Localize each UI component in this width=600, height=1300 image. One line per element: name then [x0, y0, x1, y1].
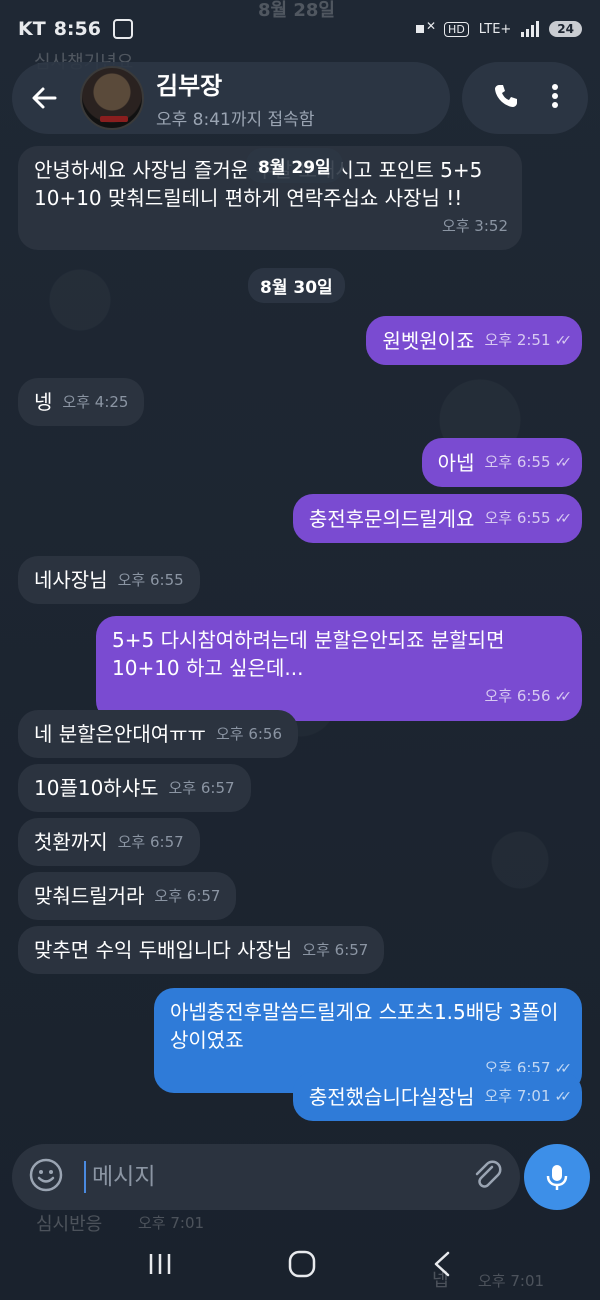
paperclip-icon	[475, 1160, 502, 1188]
message-text: 맞춰드릴거라	[34, 884, 145, 908]
message-time: 오후 4:25	[62, 393, 129, 411]
status-icons: HD LTE+ 24	[416, 19, 582, 37]
message-outgoing[interactable]: 원벳원이죠 오후 2:51 ✓✓	[366, 316, 582, 365]
screenshot-icon	[112, 19, 133, 39]
message-incoming[interactable]: 네 분할은안대여ㅠㅠ 오후 6:56	[18, 710, 299, 758]
message-time: 오후 6:57	[154, 887, 221, 905]
message-time: 오후 6:55	[117, 571, 184, 589]
message-time: 오후 3:52	[441, 217, 508, 235]
message-time: 오후 6:56 ✓✓	[122, 682, 573, 711]
message-time: 오후 6:57	[117, 833, 184, 851]
recent-apps-icon	[150, 1254, 171, 1274]
message-time: 오후 2:51 ✓✓	[484, 326, 573, 355]
carrier-label: KT	[18, 18, 46, 40]
message-time: 오후 6:55 ✓✓	[484, 448, 573, 477]
message-text: 충전후문의드릴게요	[308, 507, 475, 531]
message-incoming[interactable]: 첫환까지 오후 6:57	[18, 818, 200, 866]
smiley-icon	[29, 1158, 63, 1192]
message-outgoing[interactable]: 아넵 오후 6:55 ✓✓	[421, 438, 582, 487]
message-text: 네사장님	[34, 568, 108, 592]
date-separator: 8월 29일	[246, 148, 343, 183]
chat-header: 김부장 오후 8:41까지 접속함	[12, 62, 450, 134]
message-text: 아넵충전후말씀드릴게요 스포츠1.5배당 3폴이상이였죠	[170, 1000, 559, 1052]
chevron-left-icon	[434, 1251, 449, 1277]
message-outgoing[interactable]: 충전후문의드릴게요 오후 6:55 ✓✓	[292, 494, 582, 543]
battery-level: 24	[549, 21, 582, 37]
message-text: 10플10하샤도	[34, 776, 159, 800]
message-text: 맞추면 수익 두배입니다 사장님	[34, 938, 293, 962]
message-incoming[interactable]: 넹 오후 4:25	[18, 378, 145, 426]
read-checks-icon: ✓✓	[554, 455, 573, 471]
ghost-time: 오후 7:01	[138, 1214, 205, 1232]
message-time: 오후 6:57	[302, 941, 369, 959]
message-time: 오후 6:55 ✓✓	[484, 504, 573, 533]
contact-info[interactable]: 김부장 오후 8:41까지 접속함	[156, 66, 314, 130]
message-input[interactable]	[84, 1161, 470, 1193]
microphone-icon	[546, 1165, 568, 1190]
back-button[interactable]	[12, 62, 76, 134]
last-seen-status: 오후 8:41까지 접속함	[156, 110, 315, 130]
system-nav-bar	[0, 1232, 600, 1300]
message-composer	[12, 1144, 520, 1210]
message-text: 원벳원이죠	[382, 329, 475, 353]
message-time: 오후 6:56	[215, 725, 283, 743]
message-outgoing[interactable]: 5+5 다시참여하려는데 분할은안되죠 분할되면 10+10 하고 싶은데...…	[96, 616, 582, 721]
message-incoming[interactable]: 맞추면 수익 두배입니다 사장님 오후 6:57	[18, 926, 385, 974]
message-incoming[interactable]: 네사장님 오후 6:55	[18, 556, 200, 604]
voice-record-button[interactable]	[524, 1144, 590, 1210]
message-time: 오후 7:01 ✓✓	[484, 1082, 573, 1111]
attach-button[interactable]	[470, 1158, 504, 1196]
message-time: 오후 6:57	[168, 779, 235, 797]
header-actions	[462, 62, 588, 134]
message-text: 충전했습니다실장님	[308, 1085, 475, 1109]
emoji-button[interactable]	[28, 1157, 64, 1197]
signal-icon	[521, 21, 540, 37]
message-incoming[interactable]: 10플10하샤도 오후 6:57	[18, 764, 251, 812]
message-text: 첫환까지	[34, 830, 108, 854]
home-button[interactable]	[287, 1249, 317, 1283]
more-vertical-icon	[551, 84, 558, 108]
mute-icon	[416, 19, 436, 36]
message-text: 아넵	[437, 451, 475, 475]
phone-icon	[494, 85, 517, 107]
ghost-date: 8월 28일	[258, 0, 335, 21]
read-checks-icon: ✓✓	[554, 333, 573, 349]
network-type: LTE+	[478, 21, 512, 37]
back-nav-button[interactable]	[430, 1249, 454, 1283]
message-text: 네 분할은안대여ㅠㅠ	[34, 722, 206, 746]
read-checks-icon: ✓✓	[554, 511, 573, 527]
recent-apps-button[interactable]	[146, 1251, 174, 1281]
call-button[interactable]	[491, 81, 521, 115]
more-menu-button[interactable]	[550, 81, 560, 115]
read-checks-icon: ✓✓	[554, 689, 573, 705]
read-checks-icon: ✓✓	[554, 1089, 573, 1105]
message-outgoing[interactable]: 충전했습니다실장님 오후 7:01 ✓✓	[292, 1072, 582, 1121]
message-text: 넹	[34, 390, 53, 414]
contact-name: 김부장	[156, 72, 223, 100]
message-incoming[interactable]: 맞춰드릴거라 오후 6:57	[18, 872, 237, 920]
avatar[interactable]	[80, 66, 144, 130]
hd-voice-icon: HD	[444, 21, 469, 37]
date-separator: 8월 30일	[248, 268, 345, 303]
message-text: 5+5 다시참여하려는데 분할은안되죠 분할되면 10+10 하고 싶은데...	[112, 628, 505, 680]
arrow-left-icon	[32, 87, 57, 109]
home-icon	[288, 1250, 316, 1278]
clock: 8:56	[53, 18, 101, 40]
